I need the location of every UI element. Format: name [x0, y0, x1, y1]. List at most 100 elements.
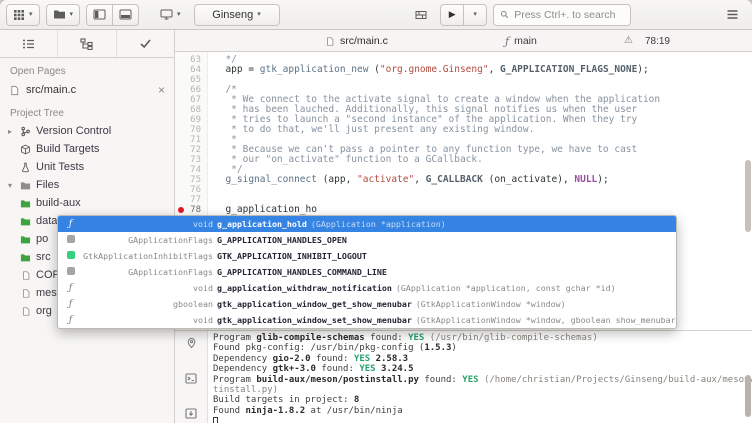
run-button[interactable]: ▶	[440, 4, 464, 26]
completion-item[interactable]: GApplicationFlags G_APPLICATION_HANDLES_C…	[58, 264, 676, 280]
menu-button[interactable]	[719, 4, 746, 26]
completion-item[interactable]: ƒvoidg_application_withdraw_notification…	[58, 280, 676, 296]
target-icon	[19, 144, 32, 155]
monitor-icon	[160, 9, 173, 20]
completion-params: (GtkApplicationWindow *window)	[416, 299, 566, 309]
text-cursor	[213, 417, 218, 423]
tree-item-files[interactable]: ▾Files	[0, 176, 174, 194]
panel-tab-terminal[interactable]	[185, 372, 197, 387]
search-input[interactable]	[514, 9, 624, 21]
panel-scrollbar[interactable]	[745, 375, 751, 417]
editor-tab-bar: src/main.c ƒ main ⚠ 78:19	[175, 30, 752, 52]
line-number[interactable]: 66	[175, 85, 208, 95]
line-number[interactable]: 75	[175, 175, 208, 185]
line-number[interactable]: 78	[175, 205, 208, 215]
run-options-button[interactable]: ▾	[463, 4, 487, 26]
code-line[interactable]: 78 g_application_ho	[175, 205, 752, 215]
line-number[interactable]: 76	[175, 185, 208, 195]
global-search[interactable]	[493, 4, 631, 26]
bottom-panel: Program glib-compile-schemas found: YES …	[175, 330, 752, 423]
sidebar-tab-switcher	[0, 30, 174, 58]
warning-icon[interactable]: ⚠	[624, 36, 633, 46]
line-number[interactable]: 63	[175, 55, 208, 65]
code-line[interactable]: 65	[175, 75, 752, 85]
tree-item-label: src	[36, 251, 51, 263]
completion-name: G_APPLICATION_HANDLES_OPEN	[217, 235, 347, 245]
tree-item-build-targets[interactable]: Build Targets	[0, 140, 174, 158]
completion-params: (GApplication *application, const gchar …	[396, 283, 616, 293]
todo-list-icon	[22, 38, 36, 50]
panel-icon-bar	[175, 331, 208, 423]
completion-item[interactable]: ƒvoidg_application_hold (GApplication *a…	[58, 216, 676, 232]
sidebar-tab-tree[interactable]	[58, 30, 116, 57]
code-lines: 63 */64 app = gtk_application_new ("org.…	[175, 55, 752, 215]
tree-item-unit-tests[interactable]: Unit Tests	[0, 158, 174, 176]
symbol-breadcrumb[interactable]: ƒ main	[505, 30, 537, 52]
file-icon	[9, 85, 20, 96]
line-number[interactable]: 77	[175, 195, 208, 205]
completion-item[interactable]: GtkApplicationInhibitFlagsGTK_APPLICATIO…	[58, 248, 676, 264]
line-number[interactable]: 65	[175, 75, 208, 85]
line-number[interactable]: 70	[175, 125, 208, 135]
sidebar-tab-checks[interactable]	[117, 30, 174, 57]
caret-down-icon: ▾	[257, 11, 261, 18]
build-output-line	[213, 416, 752, 423]
line-number[interactable]: 73	[175, 155, 208, 165]
flags-icon	[64, 267, 77, 278]
line-number[interactable]: 68	[175, 105, 208, 115]
line-number[interactable]: 64	[175, 65, 208, 75]
folder-open-icon	[53, 9, 66, 20]
build-output-line: tinstall.py)	[213, 385, 752, 395]
line-number[interactable]: 69	[175, 115, 208, 125]
build-brick-icon	[415, 9, 427, 21]
completion-item[interactable]: ƒvoidgtk_application_window_set_show_men…	[58, 312, 676, 328]
caret-down-icon: ▾	[29, 11, 33, 18]
panel-tab-build-log[interactable]	[185, 407, 197, 422]
sidebar-tab-pages[interactable]	[0, 30, 58, 57]
folder-green-icon	[19, 216, 32, 227]
editor-scrollbar[interactable]	[745, 160, 751, 232]
open-page-item[interactable]: src/main.c ×	[0, 80, 174, 100]
completion-params: (GtkApplicationWindow *window, gboolean …	[416, 315, 676, 325]
panel-tab-messages[interactable]	[186, 337, 197, 352]
line-number[interactable]: 71	[175, 135, 208, 145]
tab-title[interactable]: src/main.c	[325, 30, 388, 52]
code-line[interactable]: 75 g_signal_connect (app, "activate", G_…	[175, 175, 752, 185]
pages-grid-button[interactable]: ▾	[6, 4, 40, 26]
omnibar-button[interactable]: Ginseng ▾	[194, 4, 280, 26]
completion-return-type: GApplicationFlags	[81, 267, 213, 277]
tree-item-label: build-aux	[36, 197, 81, 209]
tree-item-version-control[interactable]: ▸Version Control	[0, 122, 174, 140]
code-line[interactable]: 70 * to do that, we'll just present any …	[175, 125, 752, 135]
close-page-icon[interactable]: ×	[158, 84, 165, 96]
toggle-left-panel-button[interactable]	[86, 4, 113, 26]
completion-item[interactable]: GApplicationFlagsG_APPLICATION_HANDLES_O…	[58, 232, 676, 248]
hamburger-menu-icon	[726, 9, 739, 20]
file-icon	[19, 288, 32, 299]
tree-item-label: org	[36, 305, 52, 317]
line-number[interactable]: 72	[175, 145, 208, 155]
build-output[interactable]: Program glib-compile-schemas found: YES …	[208, 331, 752, 423]
flags-icon	[64, 251, 77, 262]
tab-title-text: src/main.c	[340, 35, 388, 47]
line-number[interactable]: 74	[175, 165, 208, 175]
code-line[interactable]: 73 * our "on_activate" function to a GCa…	[175, 155, 752, 165]
code-text: * to do that, we'll just present any exi…	[208, 125, 534, 135]
code-line[interactable]: 76	[175, 185, 752, 195]
completion-item[interactable]: ƒgbooleangtk_application_window_get_show…	[58, 296, 676, 312]
build-output-line: Build targets in project: 8	[213, 395, 752, 405]
device-button[interactable]: ▾	[153, 4, 188, 26]
completion-popup[interactable]: ƒvoidg_application_hold (GApplication *a…	[57, 215, 677, 329]
code-line[interactable]: 64 app = gtk_application_new ("org.gnome…	[175, 65, 752, 75]
play-icon: ▶	[449, 10, 456, 19]
cursor-status-group: ⚠ 78:19	[624, 30, 670, 52]
open-document-button[interactable]: ▾	[46, 4, 81, 26]
line-number[interactable]: 67	[175, 95, 208, 105]
build-button[interactable]	[408, 4, 434, 26]
toggle-bottom-panel-button[interactable]	[112, 4, 139, 26]
tree-file-build-aux[interactable]: build-aux	[0, 194, 174, 212]
build-output-line: Program glib-compile-schemas found: YES …	[213, 333, 752, 343]
completion-name: G_APPLICATION_HANDLES_COMMAND_LINE	[217, 267, 387, 277]
completion-params: (GApplication *application)	[311, 219, 446, 229]
function-icon: ƒ	[64, 219, 77, 229]
